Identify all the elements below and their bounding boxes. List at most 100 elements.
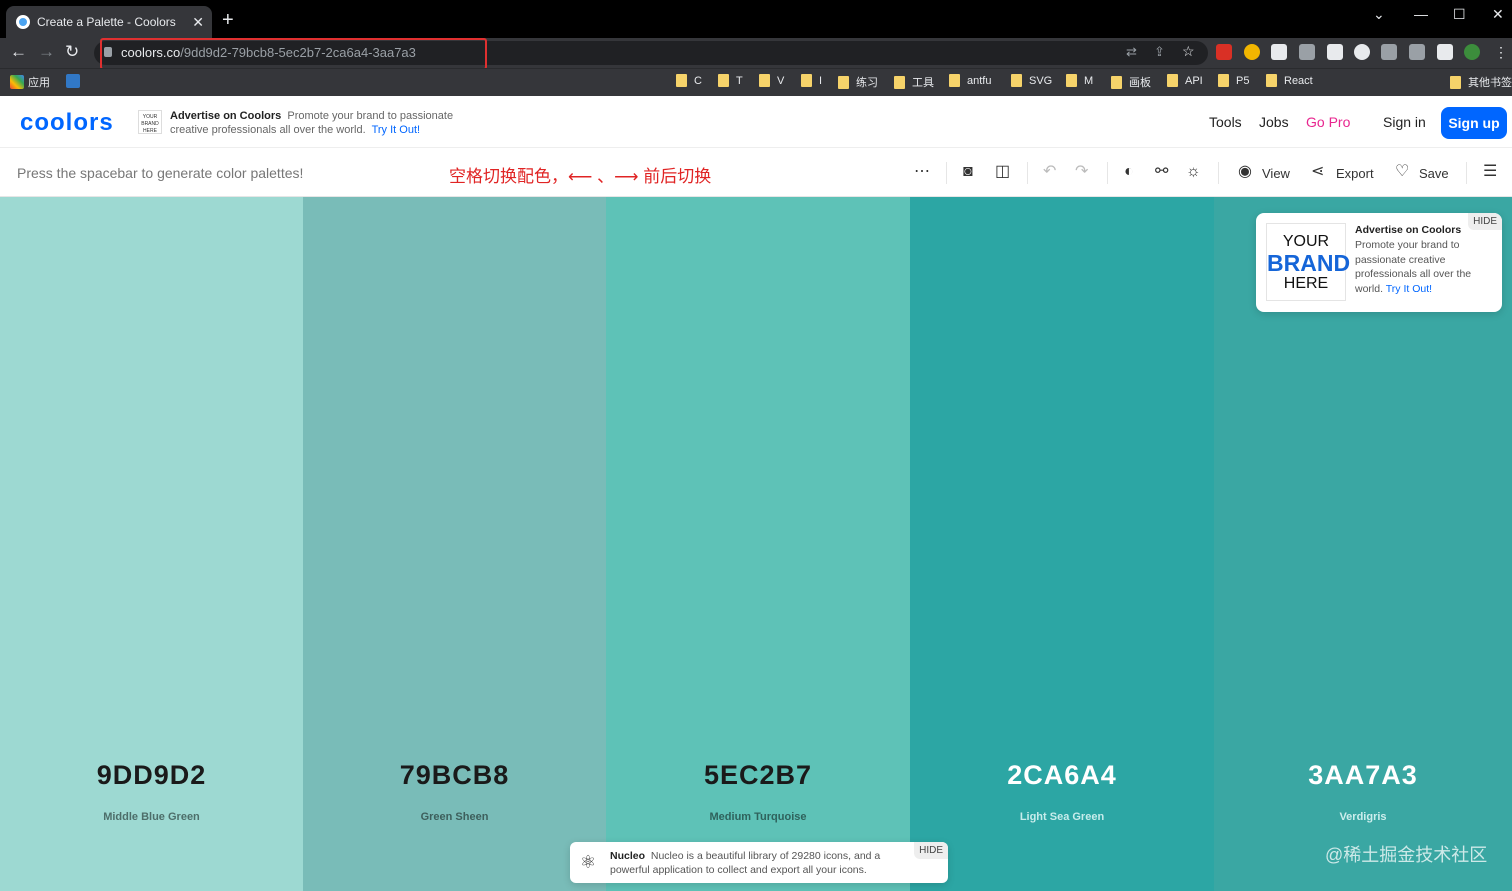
bookmark-folder-tools[interactable]: 工具 (894, 74, 934, 90)
redo-icon[interactable]: ↷ (1075, 164, 1088, 180)
bookmark-folder-react[interactable]: React (1266, 74, 1313, 87)
color-hex[interactable]: 79BCB8 (303, 760, 606, 791)
color-name: Light Sea Green (1019, 811, 1105, 823)
bookmark-other[interactable]: 其他书签 (1450, 74, 1512, 90)
bookmark-folder-p5[interactable]: P5 (1218, 74, 1249, 87)
side-ad-card[interactable]: YOUR BRAND HERE Advertise on Coolors Prom… (1256, 213, 1502, 312)
folder-icon (1011, 74, 1022, 87)
divider (946, 162, 947, 184)
maximize-icon[interactable]: ☐ (1453, 6, 1466, 23)
brand-placeholder-logo: YOUR BRAND HERE (1266, 223, 1350, 301)
camera-icon[interactable]: ◙ (963, 164, 973, 180)
undo-icon[interactable]: ↶ (1043, 164, 1056, 180)
share-icon[interactable]: ⇪ (1154, 44, 1165, 60)
extension-image-icon[interactable] (1327, 44, 1343, 60)
color-column[interactable]: 79BCB8 Green Sheen (303, 197, 606, 891)
color-hex[interactable]: 5EC2B7 (606, 760, 910, 791)
watermark: @稀土掘金技术社区 (1325, 845, 1488, 865)
compare-layout-icon[interactable]: ◫ (995, 164, 1010, 180)
color-hex[interactable]: 2CA6A4 (910, 760, 1214, 791)
header-ad-text[interactable]: Advertise on Coolors Promote your brand … (170, 109, 470, 137)
profile-avatar[interactable] (1464, 44, 1480, 60)
annotation-text: 空格切换配色，⟵ 、⟶ 前后切换 (449, 167, 712, 186)
minimize-icon[interactable]: — (1414, 6, 1428, 22)
bookmark-apps[interactable]: 应用 (10, 74, 50, 90)
extension-color-icon[interactable] (1244, 44, 1260, 60)
bookmark-folder-i[interactable]: I (801, 74, 822, 87)
color-column[interactable]: 9DD9D2 Middle Blue Green (0, 197, 303, 891)
color-name: Medium Turquoise (709, 811, 807, 823)
color-name: Green Sheen (420, 811, 489, 823)
tab-close-icon[interactable]: ✕ (192, 14, 204, 31)
new-tab-button[interactable]: + (222, 10, 234, 30)
folder-icon (1450, 75, 1461, 89)
side-panel-icon[interactable] (1437, 44, 1453, 60)
bottom-ad-text: Nucleo Nucleo is a beautiful library of … (610, 850, 881, 876)
header-ad-logo[interactable]: YOUR BRAND HERE (138, 110, 162, 134)
bottom-ad-hide-button[interactable]: HIDE (914, 842, 948, 859)
folder-icon (801, 74, 812, 87)
nav-jobs[interactable]: Jobs (1259, 114, 1289, 130)
bookmark-folder-m[interactable]: M (1066, 74, 1093, 87)
coolors-page: coolors YOUR BRAND HERE Advertise on Coo… (0, 96, 1512, 891)
sign-in-link[interactable]: Sign in (1383, 114, 1426, 130)
forward-icon[interactable]: → (38, 42, 55, 62)
bookmark-folder-antfu[interactable]: antfu (949, 74, 991, 87)
browser-tab[interactable]: Create a Palette - Coolors ✕ (6, 6, 212, 38)
bookmark-folder-c[interactable]: C (676, 74, 702, 87)
export-button[interactable]: Export (1336, 166, 1374, 181)
header-ad-link[interactable]: Try It Out! (372, 124, 421, 136)
eye-icon[interactable]: ◉ (1238, 164, 1252, 180)
contrast-icon[interactable]: ◐ (1124, 164, 1134, 180)
color-hex[interactable]: 9DD9D2 (0, 760, 303, 791)
glasses-icon[interactable]: ⚯ (1155, 164, 1168, 180)
bookmark-folder-practice[interactable]: 练习 (838, 74, 878, 90)
color-name: Verdigris (1339, 811, 1387, 823)
bookmark-folder-canvas[interactable]: 画板 (1111, 74, 1151, 90)
extension-circle-icon[interactable] (1354, 44, 1370, 60)
tab-search-icon[interactable]: ⌄ (1373, 6, 1385, 23)
bookmark-folder-api[interactable]: API (1167, 74, 1203, 87)
divider (1466, 162, 1467, 184)
folder-icon (1266, 74, 1277, 87)
close-window-icon[interactable]: ✕ (1492, 6, 1504, 23)
folder-icon (949, 74, 960, 87)
side-ad-link[interactable]: Try It Out! (1386, 283, 1432, 295)
side-ad-hide-button[interactable]: HIDE (1468, 213, 1502, 230)
extensions-puzzle-icon[interactable] (1381, 44, 1397, 60)
view-button[interactable]: View (1262, 166, 1290, 181)
folder-icon (838, 75, 849, 89)
bookmark-star-icon[interactable]: ☆ (1182, 43, 1195, 60)
bookmark-folder-v[interactable]: V (759, 74, 784, 87)
heart-icon[interactable]: ♡ (1395, 164, 1409, 180)
hamburger-menu-icon[interactable]: ☰ (1483, 164, 1497, 180)
color-column[interactable]: 5EC2B7 Medium Turquoise (606, 197, 910, 891)
reload-icon[interactable]: ↻ (65, 42, 79, 62)
bookmark-folder-t[interactable]: T (718, 74, 743, 87)
extension-fe-icon[interactable] (1216, 44, 1232, 60)
color-column[interactable]: 2CA6A4 Light Sea Green (910, 197, 1214, 891)
folder-icon (718, 74, 729, 87)
extension-glasses-icon[interactable] (1271, 44, 1287, 60)
save-button[interactable]: Save (1419, 166, 1449, 181)
bookmark-folder-svg[interactable]: SVG (1011, 74, 1052, 87)
folder-icon (676, 74, 687, 87)
back-icon[interactable]: ← (10, 42, 27, 62)
coolors-logo[interactable]: coolors (20, 109, 114, 137)
share-nodes-icon[interactable]: ⋖ (1311, 164, 1324, 180)
extension-v-icon[interactable] (1299, 44, 1315, 60)
more-options-icon[interactable]: ⋯ (914, 164, 930, 180)
coolors-favicon-icon (16, 15, 30, 29)
nav-go-pro[interactable]: Go Pro (1306, 114, 1350, 130)
brightness-icon[interactable]: ☼ (1186, 164, 1201, 180)
bookmark-ts[interactable] (66, 74, 84, 88)
apps-grid-icon (10, 75, 24, 89)
color-hex[interactable]: 3AA7A3 (1214, 760, 1512, 791)
nav-tools[interactable]: Tools (1209, 114, 1242, 130)
sign-up-button[interactable]: Sign up (1441, 107, 1507, 139)
bottom-ad-card[interactable]: ⚛ Nucleo Nucleo is a beautiful library o… (570, 842, 948, 883)
download-icon[interactable] (1409, 44, 1425, 60)
translate-icon[interactable]: ⇄ (1126, 44, 1137, 60)
browser-menu-icon[interactable]: ⋮ (1494, 44, 1510, 60)
folder-icon (1111, 75, 1122, 89)
